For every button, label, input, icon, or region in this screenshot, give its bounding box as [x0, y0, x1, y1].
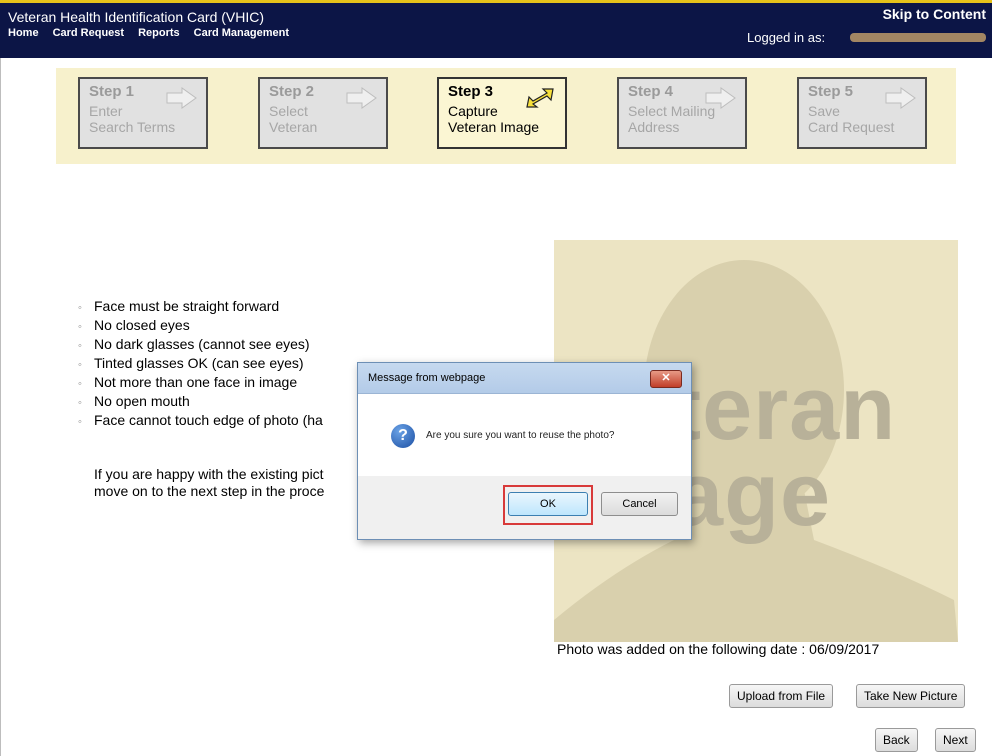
arrow-right-icon [346, 87, 377, 109]
ok-button[interactable]: OK [508, 492, 588, 516]
header-bar: Veteran Health Identification Card (VHIC… [0, 0, 992, 58]
arrow-right-icon [885, 87, 916, 109]
step-5-box: Step 5 Save Card Request [797, 77, 927, 149]
next-button[interactable]: Next [935, 728, 976, 752]
cancel-button[interactable]: Cancel [601, 492, 678, 516]
list-item: Not more than one face in image [78, 374, 323, 393]
step-desc-line: Veteran Image [448, 119, 540, 135]
list-item: No closed eyes [78, 317, 323, 336]
dialog-message: Are you sure you want to reuse the photo… [426, 430, 615, 441]
step-1-box: Step 1 Enter Search Terms [78, 77, 208, 149]
nav-card-management[interactable]: Card Management [194, 27, 289, 39]
list-item: Face must be straight forward [78, 298, 323, 317]
left-page-border [0, 58, 1, 756]
list-item: Face cannot touch edge of photo (ha [78, 412, 323, 431]
step-2-box: Step 2 Select Veteran [258, 77, 388, 149]
main-nav: Home Card Request Reports Card Managemen… [8, 27, 289, 39]
step-4-box: Step 4 Select Mailing Address [617, 77, 747, 149]
instructions-line: If you are happy with the existing pict [94, 466, 324, 482]
step-wizard: Step 1 Enter Search Terms Step 2 Select … [56, 68, 956, 164]
step-desc-line: Card Request [808, 119, 895, 135]
app-title: Veteran Health Identification Card (VHIC… [8, 9, 265, 25]
instructions-text: If you are happy with the existing pict … [94, 466, 364, 500]
step-desc-line: Search Terms [89, 119, 176, 135]
confirm-dialog: Message from webpage ✕ ? Are you sure yo… [357, 362, 692, 540]
nav-home[interactable]: Home [8, 27, 39, 39]
question-icon: ? [391, 424, 415, 448]
back-button[interactable]: Back [875, 728, 918, 752]
photo-rules-list: Face must be straight forward No closed … [78, 298, 323, 431]
close-icon[interactable]: ✕ [650, 370, 682, 388]
arrow-right-icon [166, 87, 197, 109]
step-3-box: Step 3 Capture Veteran Image [437, 77, 567, 149]
logged-in-label: Logged in as: [747, 30, 826, 45]
list-item: No dark glasses (cannot see eyes) [78, 336, 323, 355]
take-new-picture-button[interactable]: Take New Picture [856, 684, 966, 708]
dialog-title: Message from webpage [358, 363, 691, 394]
photo-added-date: Photo was added on the following date : … [557, 641, 880, 657]
skip-to-content-link[interactable]: Skip to Content [883, 6, 986, 22]
arrow-down-left-icon [526, 88, 554, 108]
upload-from-file-button[interactable]: Upload from File [729, 684, 834, 708]
list-item: Tinted glasses OK (can see eyes) [78, 355, 323, 374]
instructions-line: move on to the next step in the proce [94, 483, 325, 499]
redacted-username [850, 33, 986, 42]
nav-reports[interactable]: Reports [138, 27, 180, 39]
step-desc-line: Address [628, 119, 680, 135]
step-desc-line: Veteran [269, 119, 318, 135]
dialog-body: ? Are you sure you want to reuse the pho… [358, 394, 691, 476]
arrow-right-icon [705, 87, 736, 109]
nav-card-request[interactable]: Card Request [53, 27, 125, 39]
list-item: No open mouth [78, 393, 323, 412]
